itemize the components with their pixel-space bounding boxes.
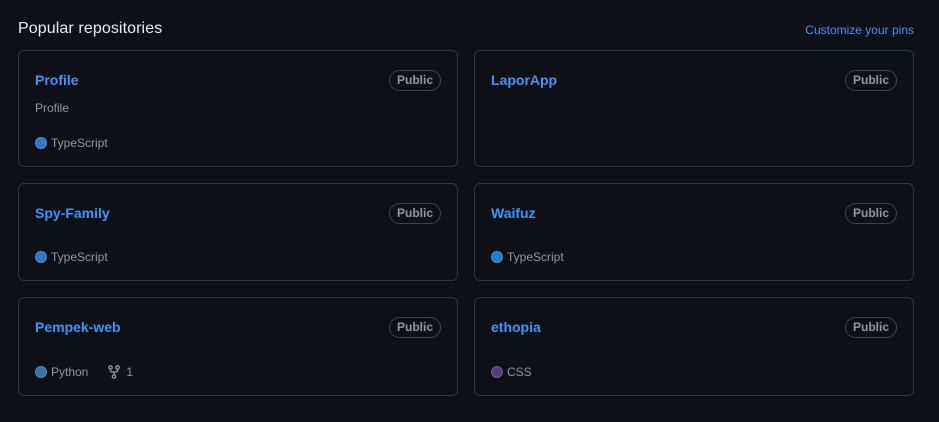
- repo-name-link[interactable]: ethopia: [491, 319, 541, 335]
- fork-count: 1: [126, 365, 134, 379]
- visibility-badge: Public: [844, 317, 897, 338]
- visibility-badge: Public: [388, 203, 441, 224]
- repo-language: TypeScript: [51, 250, 108, 264]
- repo-language: TypeScript: [51, 136, 108, 150]
- repo-name-link[interactable]: LaporApp: [491, 72, 557, 88]
- repo-meta: Python 1: [35, 365, 133, 379]
- repo-language: Python: [51, 365, 89, 379]
- repo-meta: TypeScript: [491, 250, 564, 264]
- repo-meta: TypeScript: [35, 250, 108, 264]
- language-color-dot: [491, 251, 503, 263]
- repo-meta: TypeScript: [35, 136, 108, 150]
- section-header: Popular repositories Customize your pins: [18, 0, 914, 50]
- language-color-dot: [35, 251, 47, 263]
- repo-language: CSS: [507, 365, 532, 379]
- repo-description: Profile: [35, 101, 70, 115]
- repo-card-spy-family: Spy-Family Public TypeScript: [18, 183, 458, 281]
- repo-card-laporapp: LaporApp Public: [474, 50, 914, 167]
- repo-meta: CSS: [491, 365, 532, 379]
- popular-repositories-section: Popular repositories Customize your pins…: [18, 0, 914, 396]
- visibility-badge: Public: [844, 70, 897, 91]
- language-color-dot: [491, 366, 503, 378]
- repo-language: TypeScript: [507, 250, 564, 264]
- repo-name-link[interactable]: Waifuz: [491, 205, 536, 221]
- visibility-badge: Public: [388, 317, 441, 338]
- repo-card-pempek-web: Pempek-web Public Python 1: [18, 297, 458, 396]
- repo-card-waifuz: Waifuz Public TypeScript: [474, 183, 914, 281]
- language-color-dot: [35, 137, 47, 149]
- forks-link[interactable]: 1: [108, 365, 133, 379]
- language-color-dot: [35, 366, 47, 378]
- visibility-badge: Public: [844, 203, 897, 224]
- repo-name-link[interactable]: Pempek-web: [35, 319, 121, 335]
- repo-card-profile: Profile Public Profile TypeScript: [18, 50, 458, 167]
- visibility-badge: Public: [388, 70, 441, 91]
- repo-name-link[interactable]: Spy-Family: [35, 205, 110, 221]
- repo-card-ethopia: ethopia Public CSS: [474, 297, 914, 396]
- repo-name-link[interactable]: Profile: [35, 72, 79, 88]
- section-title: Popular repositories: [18, 20, 163, 37]
- customize-pins-link[interactable]: Customize your pins: [805, 23, 914, 37]
- fork-icon: [108, 365, 121, 379]
